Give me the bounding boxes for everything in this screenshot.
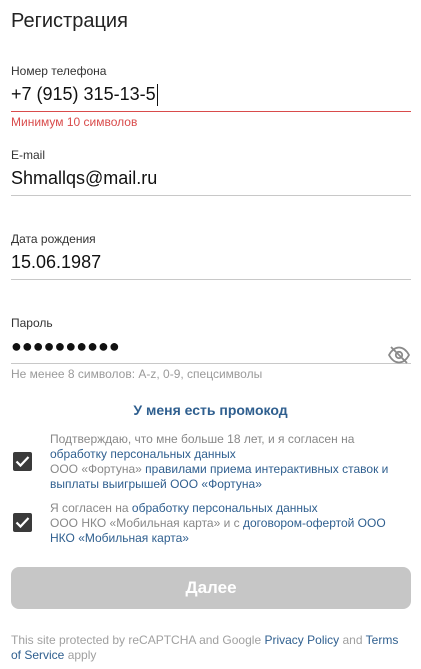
phone-underline (11, 111, 411, 112)
recaptcha-notice: This site protected by reCAPTCHA and Goo… (11, 633, 411, 663)
email-input[interactable]: Shmallqs@mail.ru (11, 166, 411, 190)
personal-data-link-1[interactable]: обработку персональных данных (50, 447, 236, 461)
birthdate-field[interactable]: Дата рождения 15.06.1987 (11, 232, 411, 280)
password-input[interactable]: ●●●●●●●●●● (11, 334, 411, 358)
consent-age-checkbox[interactable] (13, 452, 32, 471)
phone-value: +7 (915) 315-13-5 (11, 84, 156, 104)
next-button[interactable]: Далее (11, 567, 411, 609)
phone-input[interactable]: +7 (915) 315-13-5 (11, 82, 411, 107)
email-field[interactable]: E-mail Shmallqs@mail.ru (11, 148, 411, 196)
password-label: Пароль (11, 316, 53, 330)
birthdate-label: Дата рождения (11, 232, 96, 246)
consent-age-line1: Подтверждаю, что мне больше 18 лет, и я … (50, 432, 355, 446)
consent-card-text: Я согласен на обработку персональных дан… (50, 501, 410, 546)
recaptcha-prefix: This site protected by reCAPTCHA and Goo… (11, 633, 262, 647)
consent-age-text: Подтверждаю, что мне больше 18 лет, и я … (50, 432, 410, 492)
recaptcha-and: and (342, 633, 363, 647)
recaptcha-suffix: apply (67, 648, 97, 662)
birthdate-underline (11, 279, 411, 280)
password-hint: Не менее 8 символов: A-z, 0-9, спецсимво… (11, 367, 263, 381)
privacy-policy-link[interactable]: Privacy Policy (264, 633, 339, 647)
eye-slash-icon[interactable] (387, 346, 411, 364)
checkmark-icon (15, 517, 30, 529)
text-caret (156, 84, 158, 107)
consent-card-line2: ООО НКО «Мобильная карта» и с (50, 516, 240, 530)
promo-code-link[interactable]: У меня есть промокод (0, 402, 421, 418)
password-field[interactable]: Пароль ●●●●●●●●●● (11, 316, 411, 364)
consent-card-checkbox[interactable] (13, 513, 32, 532)
birthdate-input[interactable]: 15.06.1987 (11, 250, 411, 274)
consent-age-line2: ООО «Фортуна» (50, 462, 142, 476)
email-underline (11, 195, 411, 196)
phone-error: Минимум 10 символов (11, 115, 138, 129)
phone-field[interactable]: Номер телефона +7 (915) 315-13-5 (11, 64, 411, 112)
consent-card-line1: Я согласен на (50, 501, 129, 515)
checkmark-icon (15, 456, 30, 468)
personal-data-link-2[interactable]: обработку персональных данных (132, 501, 318, 515)
page-title: Регистрация (11, 10, 128, 32)
password-underline (11, 363, 411, 364)
phone-label: Номер телефона (11, 64, 107, 78)
email-label: E-mail (11, 148, 46, 162)
